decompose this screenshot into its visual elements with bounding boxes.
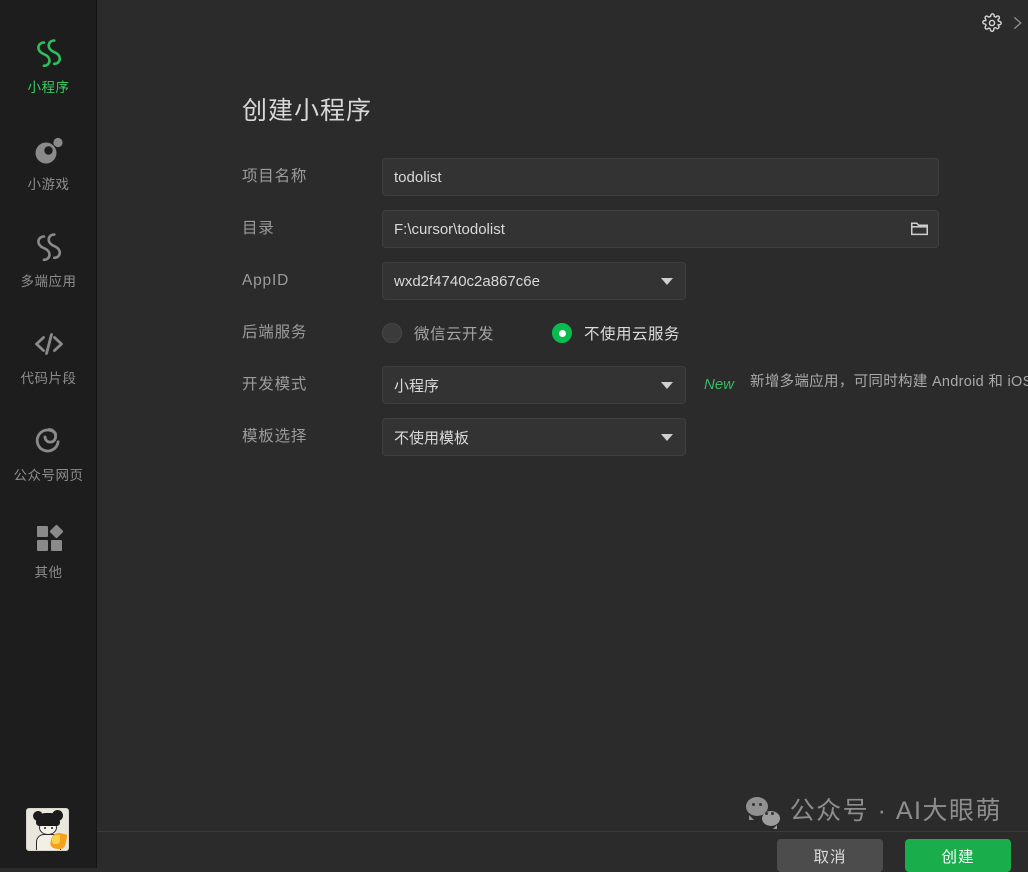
chevron-down-icon xyxy=(661,382,673,389)
multiplatform-icon xyxy=(30,228,68,266)
radio-wechat-cloud[interactable]: 微信云开发 xyxy=(382,322,494,344)
dev-mode-value: 小程序 xyxy=(394,377,440,395)
wechat-bubble-large xyxy=(745,797,768,820)
sidebar-item-code-snippet[interactable]: 代码片段 xyxy=(0,325,97,422)
wechat-dot xyxy=(758,803,762,806)
sidebar-item-label: 多端应用 xyxy=(20,274,77,289)
other-icon xyxy=(30,519,68,557)
wechat-dot xyxy=(770,812,774,815)
miniprogram-icon xyxy=(30,34,68,72)
backend-service-radio-group: 微信云开发 不使用云服务 xyxy=(382,314,680,352)
wechat-dot xyxy=(764,812,768,815)
form-row-dev-mode: 开发模式 小程序 New 新增多端应用，可同时构建 Android 和 iOS … xyxy=(242,366,1028,404)
avatar-hair xyxy=(36,813,60,826)
directory-input[interactable]: F:\cursor\todolist xyxy=(382,210,939,248)
appid-select[interactable]: wxd2f4740c2a867c6e xyxy=(382,262,686,300)
project-name-label: 项目名称 xyxy=(242,168,308,185)
template-select[interactable]: 不使用模板 xyxy=(382,418,686,456)
sidebar-item-official-account[interactable]: 公众号网页 xyxy=(0,422,97,519)
dev-mode-hint: 新增多端应用，可同时构建 Android 和 iOS 应用。 xyxy=(750,374,1028,390)
form-row-directory: 目录 F:\cursor\todolist xyxy=(242,210,1028,248)
top-bar xyxy=(97,0,1028,46)
radio-indicator xyxy=(382,323,402,343)
dev-mode-select[interactable]: 小程序 xyxy=(382,366,686,404)
backend-service-label: 后端服务 xyxy=(242,324,308,341)
new-badge: New xyxy=(704,376,735,393)
sidebar-item-label: 代码片段 xyxy=(20,371,77,386)
page-title: 创建小程序 xyxy=(242,97,373,125)
folder-icon[interactable] xyxy=(910,220,929,237)
watermark-text: 公众号 · AI大眼萌 xyxy=(789,796,1002,825)
directory-value: F:\cursor\todolist xyxy=(394,220,505,238)
sidebar-item-minigame[interactable]: 小游戏 xyxy=(0,131,97,228)
radio-indicator xyxy=(552,323,573,343)
template-label: 模板选择 xyxy=(242,428,308,445)
create-project-form: 项目名称 todolist 目录 F:\cursor\todolist AppI… xyxy=(242,158,1028,470)
avatar-eye-right xyxy=(51,827,53,829)
sidebar-item-other[interactable]: 其他 xyxy=(0,519,97,616)
avatar[interactable] xyxy=(26,808,69,851)
sidebar-item-label: 小程序 xyxy=(27,80,70,95)
radio-label: 微信云开发 xyxy=(414,326,495,343)
form-row-backend-service: 后端服务 微信云开发 不使用云服务 xyxy=(242,314,1028,352)
cancel-button[interactable]: 取消 xyxy=(777,839,883,872)
sidebar-nav: 小程序 小游戏 多端应用 代码片段 公众号网页 其他 xyxy=(0,0,96,616)
radio-no-cloud[interactable]: 不使用云服务 xyxy=(552,322,680,344)
project-name-input[interactable]: todolist xyxy=(382,158,939,196)
appid-value: wxd2f4740c2a867c6e xyxy=(394,272,540,290)
directory-label: 目录 xyxy=(242,220,275,237)
avatar-flame-inner xyxy=(52,835,60,844)
code-snippet-icon xyxy=(30,325,68,363)
appid-label: AppID xyxy=(242,272,290,289)
create-button[interactable]: 创建 xyxy=(905,839,1011,872)
gear-icon[interactable] xyxy=(978,9,1006,37)
form-row-project-name: 项目名称 todolist xyxy=(242,158,1028,196)
chevron-down-icon xyxy=(661,278,673,285)
user-avatar-image[interactable] xyxy=(26,808,69,851)
sidebar-item-multiplatform[interactable]: 多端应用 xyxy=(0,228,97,325)
wechat-dot xyxy=(751,803,755,806)
chevron-down-icon xyxy=(661,434,673,441)
avatar-eye-left xyxy=(44,827,46,829)
form-row-template: 模板选择 不使用模板 xyxy=(242,418,1028,456)
sidebar-item-label: 公众号网页 xyxy=(13,468,84,483)
dev-mode-label: 开发模式 xyxy=(242,376,308,393)
content-area: 创建小程序 项目名称 todolist 目录 F:\cursor\todolis… xyxy=(97,46,1028,872)
footer-bar: 取消 创建 xyxy=(97,831,1028,872)
wechat-logo-icon xyxy=(745,796,780,829)
wechat-bubble-small xyxy=(761,811,780,829)
create-miniprogram-window: 小程序 小游戏 多端应用 代码片段 公众号网页 其他 创建小程序 项目名称 to… xyxy=(0,0,1028,872)
sidebar-item-label: 其他 xyxy=(34,565,63,580)
sidebar: 小程序 小游戏 多端应用 代码片段 公众号网页 其他 xyxy=(0,0,97,868)
template-value: 不使用模板 xyxy=(394,429,470,447)
sidebar-item-miniprogram[interactable]: 小程序 xyxy=(0,34,97,131)
sidebar-item-label: 小游戏 xyxy=(27,177,70,192)
chevron-right-icon[interactable] xyxy=(1006,9,1028,37)
project-name-value: todolist xyxy=(394,168,442,186)
form-row-appid: AppID wxd2f4740c2a867c6e xyxy=(242,262,1028,300)
main-area: 创建小程序 项目名称 todolist 目录 F:\cursor\todolis… xyxy=(97,0,1028,872)
minigame-icon xyxy=(30,131,68,169)
radio-label: 不使用云服务 xyxy=(584,326,681,343)
watermark: 公众号 · AI大眼萌 xyxy=(745,796,1002,829)
official-account-icon xyxy=(30,422,68,460)
